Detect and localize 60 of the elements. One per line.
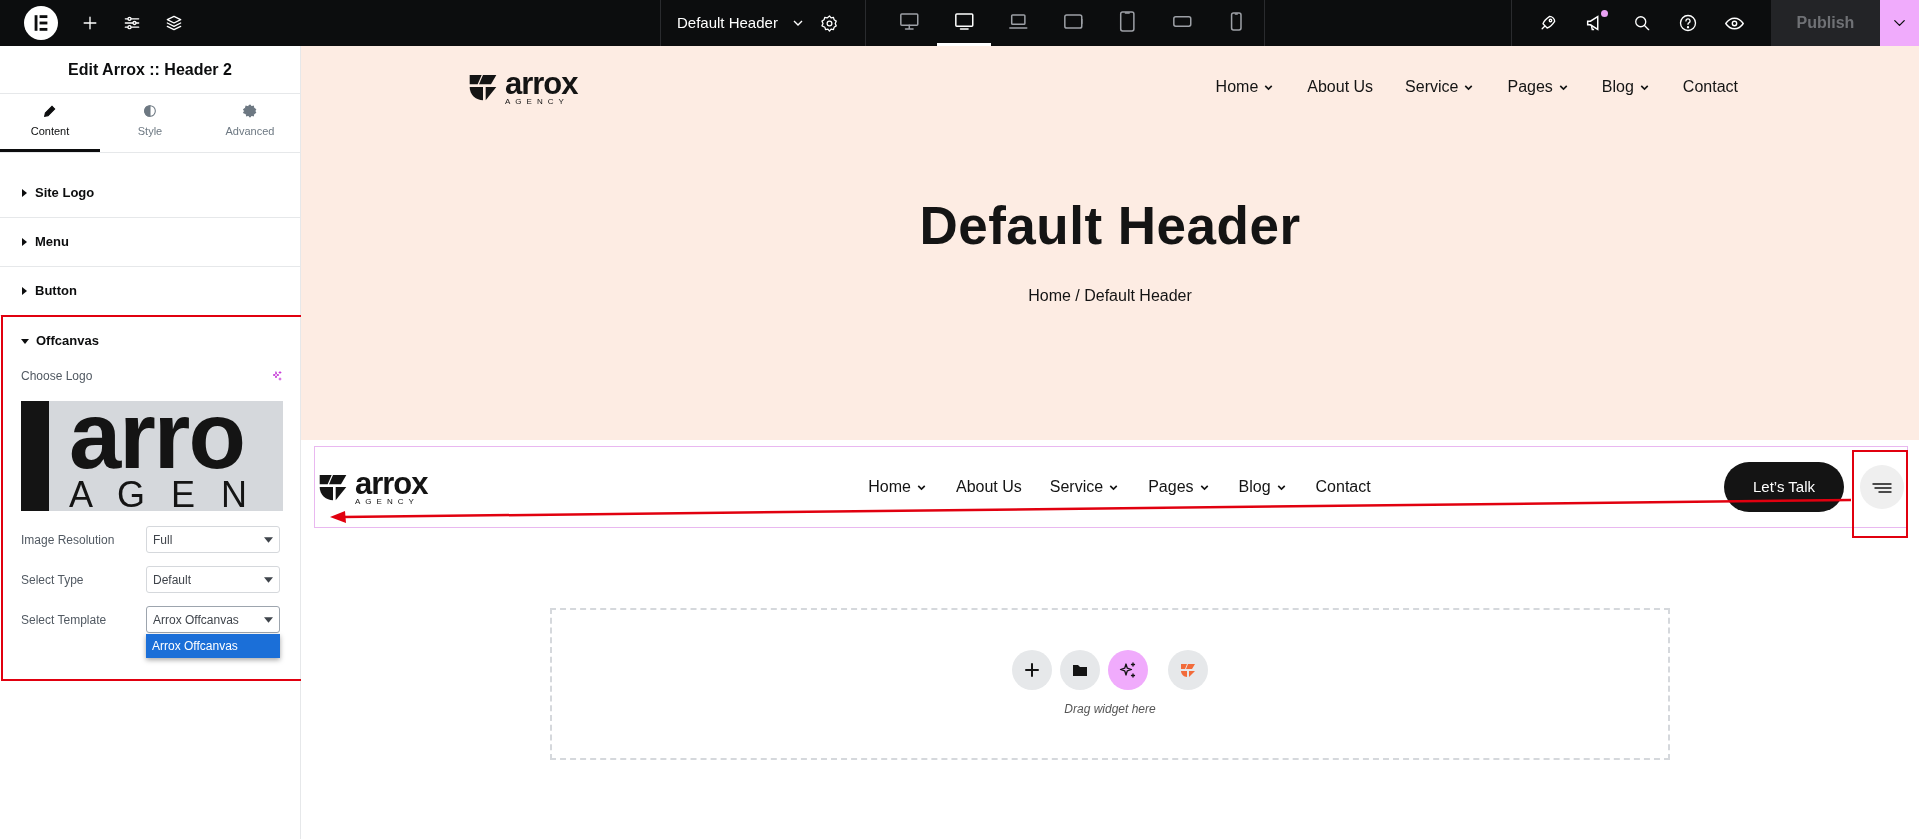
breadcrumb: Home / Default Header [1028, 285, 1192, 306]
section-header[interactable]: Site Logo [0, 169, 115, 217]
logo-preview[interactable]: arro A G E N [21, 401, 283, 511]
logo-tagline: AGENCY [505, 98, 570, 106]
nav-link[interactable]: Home [1215, 75, 1276, 99]
section-header[interactable]: Menu [0, 218, 89, 266]
header-section[interactable]: arrox AGENCY Home About Us Service Pages Blog Contact Let’s Talk [314, 446, 1908, 528]
select-field[interactable]: Full [146, 526, 280, 553]
section-header[interactable]: Offcanvas [21, 317, 283, 365]
nav-link[interactable]: Home [868, 475, 928, 499]
document-title-dropdown[interactable]: Default Header [677, 11, 806, 35]
field-label: Image Resolution [21, 531, 116, 549]
caret-down-icon [21, 337, 29, 345]
panel-tab[interactable]: Content [0, 94, 100, 152]
nav-link[interactable]: Service [1405, 75, 1476, 99]
panel-title: Edit Arrox :: Header 2 [68, 59, 232, 80]
caret-right-icon [20, 287, 28, 295]
add-icon[interactable] [1012, 650, 1052, 690]
field-label: Choose Logo [21, 368, 93, 385]
logo-tagline: AGENCY [355, 498, 420, 506]
section-header[interactable]: Button [0, 267, 97, 315]
panel-tab[interactable]: Advanced [200, 94, 300, 152]
menu-icon[interactable] [1860, 465, 1904, 509]
nav-link[interactable]: About Us [956, 475, 1022, 499]
nav-link[interactable]: Service [1049, 475, 1121, 499]
pencil-icon [42, 103, 58, 120]
nav-link[interactable]: Contact [1315, 475, 1371, 499]
lets-talk-button[interactable]: Let’s Talk [1724, 462, 1844, 512]
field-label: Select Type [21, 571, 85, 589]
nav-link[interactable]: Contact [1682, 75, 1738, 99]
dropdown-option[interactable]: Arrox Offcanvas [146, 634, 280, 658]
select-field[interactable]: Arrox Offcanvas [146, 606, 280, 633]
gear-icon [242, 103, 258, 120]
caret-right-icon [20, 238, 28, 246]
caret-down-icon [264, 576, 273, 583]
page-title: Default Header [919, 195, 1301, 257]
widget-drop-area[interactable]: Drag widget here [550, 608, 1670, 760]
folder-icon[interactable] [1060, 650, 1100, 690]
select-field[interactable]: Default [146, 566, 280, 593]
contrast-icon [142, 103, 158, 120]
nav-link[interactable]: Pages [1507, 75, 1570, 99]
help-icon[interactable] [1678, 13, 1698, 33]
logo-wordmark[interactable]: arrox [355, 468, 428, 499]
panel-tab[interactable]: Style [100, 94, 200, 152]
settings-icon[interactable] [819, 13, 839, 33]
drop-hint: Drag widget here [1064, 701, 1156, 718]
nav-link[interactable]: Blog [1601, 75, 1651, 99]
nav-link[interactable]: Pages [1148, 475, 1211, 499]
search-icon[interactable] [1632, 13, 1652, 33]
elementor-logo-icon[interactable] [24, 6, 58, 40]
caret-right-icon [20, 189, 28, 197]
caret-down-icon [264, 616, 273, 623]
nav-link[interactable]: About Us [1307, 75, 1374, 99]
sparkle-icon[interactable] [1108, 650, 1148, 690]
caret-down-icon [264, 536, 273, 543]
nav-link[interactable]: Blog [1238, 475, 1288, 499]
field-label: Select Template [21, 611, 108, 629]
logo-preview-subtext: A G E N [69, 477, 256, 511]
layers-icon[interactable] [164, 13, 184, 33]
logo-wordmark[interactable]: arrox [505, 68, 578, 99]
